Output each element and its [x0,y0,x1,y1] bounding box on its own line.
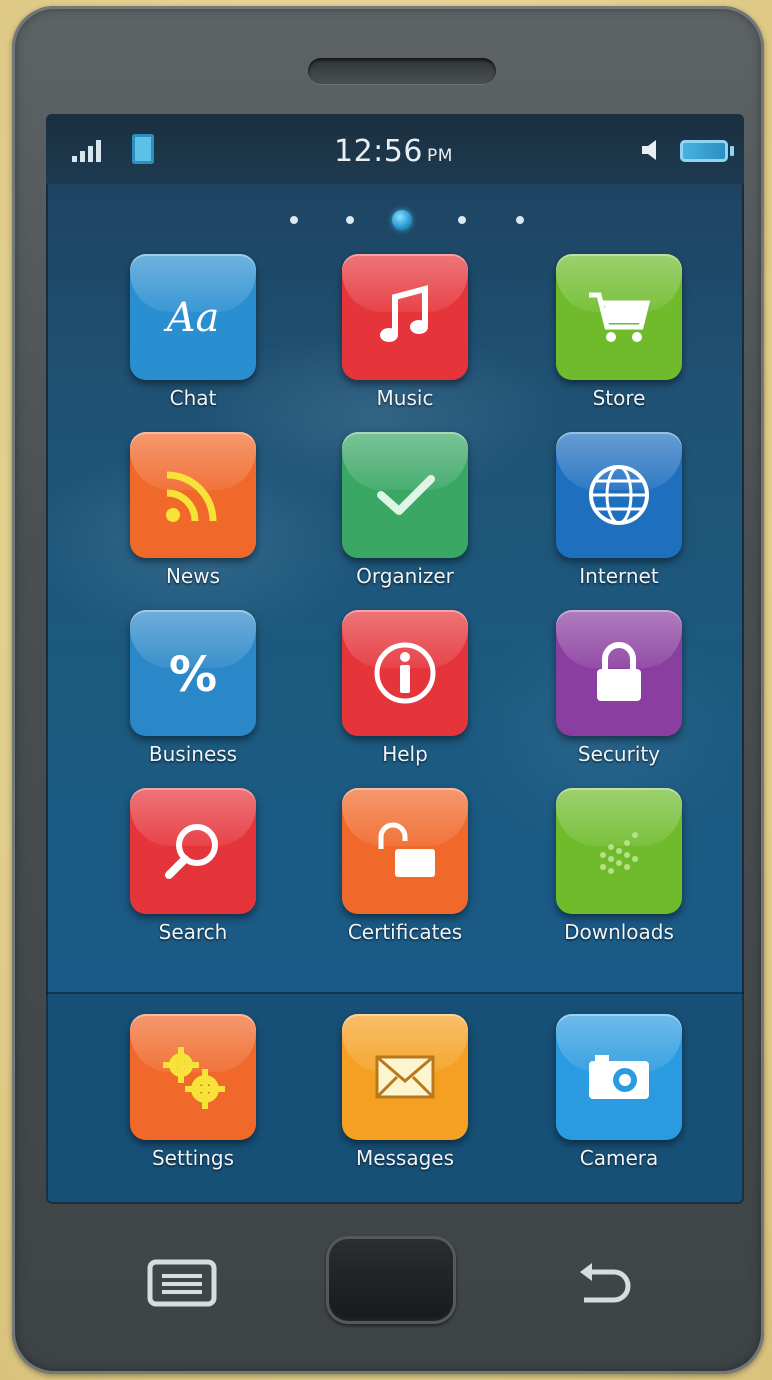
app-business[interactable]: % Business [118,610,268,780]
messages-label: Messages [355,1146,455,1170]
help-tile[interactable] [342,610,468,736]
page-dot[interactable] [290,216,298,224]
internet-tile[interactable] [556,432,682,558]
app-security[interactable]: Security [544,610,694,780]
app-internet[interactable]: Internet [544,432,694,602]
back-arrow-icon [580,1263,631,1303]
page-indicator [46,210,744,230]
sim-card-icon [132,134,154,164]
app-help[interactable]: Help [330,610,480,780]
certificates-tile[interactable] [342,788,468,914]
music-label: Music [376,386,434,410]
phone-body: 12:56 PM Aa Chat Music Store News Organizer Int… [12,6,764,1374]
page-dot[interactable] [458,216,466,224]
app-dock: Settings Messages Camera [46,994,744,1204]
info-icon [374,642,436,704]
security-label: Security [577,742,661,766]
status-ampm: PM [426,146,453,166]
status-clock: 12:56 PM [334,134,453,169]
hardware-button-bar [12,1206,764,1356]
app-certificates[interactable]: Certificates [330,788,480,958]
unlocked-padlock-icon [378,822,435,877]
camera-label: Camera [579,1146,659,1170]
camera-tile[interactable] [556,1014,682,1140]
downloads-label: Downloads [564,920,674,944]
store-tile[interactable] [556,254,682,380]
camera-icon [589,1055,649,1099]
organizer-tile[interactable] [342,432,468,558]
dock-app-settings[interactable]: Settings [118,1014,268,1184]
menu-button[interactable] [144,1254,220,1314]
dock-app-camera[interactable]: Camera [544,1014,694,1184]
organizer-label: Organizer [356,564,454,588]
search-label: Search [158,920,228,944]
page-dot[interactable] [516,216,524,224]
settings-label: Settings [151,1146,235,1170]
download-arrow-icon [600,832,638,874]
battery-icon [680,140,734,162]
chat-tile[interactable]: Aa [130,254,256,380]
gears-icon [163,1047,225,1109]
help-label: Help [382,742,428,766]
signal-bars-icon [72,140,102,162]
business-label: Business [148,742,238,766]
home-screen: 12:56 PM Aa Chat Music Store News Organizer Int… [46,114,744,1204]
music-tile[interactable] [342,254,468,380]
news-label: News [165,564,221,588]
app-organizer[interactable]: Organizer [330,432,480,602]
menu-icon [147,1259,217,1307]
app-chat[interactable]: Aa Chat [118,254,268,424]
chat-aa-icon: Aa [163,295,220,341]
music-note-icon [380,285,428,342]
business-tile[interactable]: % [130,610,256,736]
envelope-icon [375,1055,435,1099]
back-button[interactable] [566,1254,642,1314]
app-search[interactable]: Search [118,788,268,958]
messages-tile[interactable] [342,1014,468,1140]
app-music[interactable]: Music [330,254,480,424]
chat-label: Chat [169,386,217,410]
store-label: Store [592,386,646,410]
globe-icon [589,465,649,525]
svg-text:Aa: Aa [163,295,220,341]
shopping-cart-icon [589,292,651,342]
search-tile[interactable] [130,788,256,914]
internet-label: Internet [579,564,659,588]
home-button[interactable] [326,1236,456,1324]
status-bar: 12:56 PM [46,114,744,184]
percent-icon: % [169,647,217,703]
background: 12:56 PM Aa Chat Music Store News Organizer Int… [0,0,772,1380]
status-time: 12:56 [334,134,423,169]
app-downloads[interactable]: Downloads [544,788,694,958]
certificates-label: Certificates [347,920,463,944]
checkmark-icon [377,475,435,515]
news-tile[interactable] [130,432,256,558]
rss-icon [166,471,217,522]
security-tile[interactable] [556,610,682,736]
app-news[interactable]: News [118,432,268,602]
svg-text:%: % [169,647,217,703]
page-dot-active[interactable] [392,210,412,230]
settings-tile[interactable] [130,1014,256,1140]
downloads-tile[interactable] [556,788,682,914]
page-dot[interactable] [346,216,354,224]
earpiece-speaker [308,58,496,84]
app-store[interactable]: Store [544,254,694,424]
volume-icon [640,138,666,162]
search-icon [165,824,218,879]
dock-app-messages[interactable]: Messages [330,1014,480,1184]
padlock-icon [597,642,641,701]
